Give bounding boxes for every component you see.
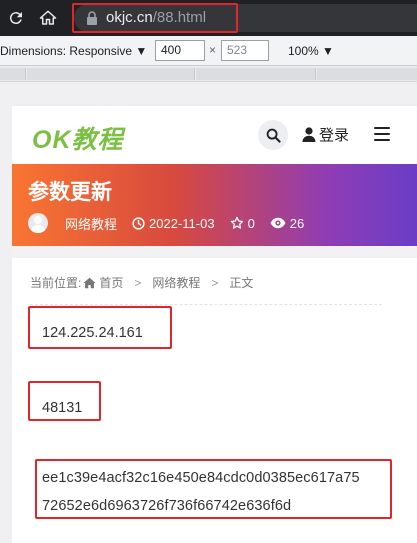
home-icon[interactable]: [36, 6, 60, 30]
eye-icon: [270, 217, 286, 229]
home-icon: [83, 277, 96, 288]
url-annotation-box: [72, 3, 238, 33]
search-icon: [266, 128, 281, 143]
search-button[interactable]: [258, 120, 288, 150]
times-sign: ×: [209, 43, 217, 57]
category-label: 网络教程: [65, 216, 118, 232]
clock-icon: [132, 216, 145, 230]
breadcrumb-prefix: 当前位置:: [30, 276, 82, 290]
breadcrumb-category[interactable]: 网络教程: [152, 274, 200, 291]
ruler-segment[interactable]: [0, 68, 26, 80]
menu-icon[interactable]: [374, 127, 390, 141]
star-value: 0: [247, 215, 255, 231]
height-input[interactable]: 523: [221, 40, 269, 61]
star-icon: [230, 216, 243, 229]
breadcrumb: 当前位置: 首页 > 网络教程 > 正文: [30, 274, 253, 291]
ruler-segment[interactable]: [27, 68, 195, 80]
breadcrumb-current: 正文: [229, 276, 254, 290]
post-date: 2022-11-03: [132, 216, 215, 231]
width-input[interactable]: 400: [155, 40, 205, 61]
date-text: 2022-11-03: [149, 215, 215, 231]
site-logo[interactable]: OK教程: [32, 120, 124, 156]
section-gap: [12, 246, 417, 258]
article-meta: 网络教程 2022-11-03 0 26: [28, 213, 319, 233]
login-label: 登录: [319, 127, 350, 144]
browser-toolbar: okjc.cn/88.html: [0, 0, 417, 36]
media-query-ruler[interactable]: [0, 66, 417, 82]
view-value: 26: [289, 215, 305, 231]
article-title: 参数更新: [28, 181, 112, 204]
site-header: OK教程 登录: [12, 106, 417, 164]
breadcrumb-separator: >: [211, 275, 219, 290]
breadcrumb-home[interactable]: 首页: [99, 274, 123, 291]
category-link[interactable]: 网络教程: [65, 214, 117, 233]
ruler-segment[interactable]: [196, 68, 316, 80]
device-toolbar: Dimensions: Responsive ▼ 400 × 523 100% …: [0, 36, 417, 66]
reload-icon[interactable]: [4, 6, 28, 30]
article-hero: 参数更新 网络教程 2022-11-03 0 26: [12, 164, 417, 246]
breadcrumb-divider: [30, 304, 382, 305]
author-avatar[interactable]: [28, 213, 48, 233]
hash-annotation-box: [35, 459, 392, 519]
star-count[interactable]: 0: [230, 216, 255, 231]
user-icon: [302, 127, 316, 142]
dimensions-dropdown[interactable]: Dimensions: Responsive ▼: [0, 44, 147, 58]
port-annotation-box: [28, 381, 101, 421]
breadcrumb-separator: >: [134, 275, 142, 290]
ruler-segment[interactable]: [317, 68, 417, 80]
login-button[interactable]: 登录: [302, 124, 349, 145]
ip-annotation-box: [28, 306, 172, 349]
zoom-dropdown[interactable]: 100% ▼: [288, 44, 334, 58]
view-count: 26: [270, 216, 304, 231]
